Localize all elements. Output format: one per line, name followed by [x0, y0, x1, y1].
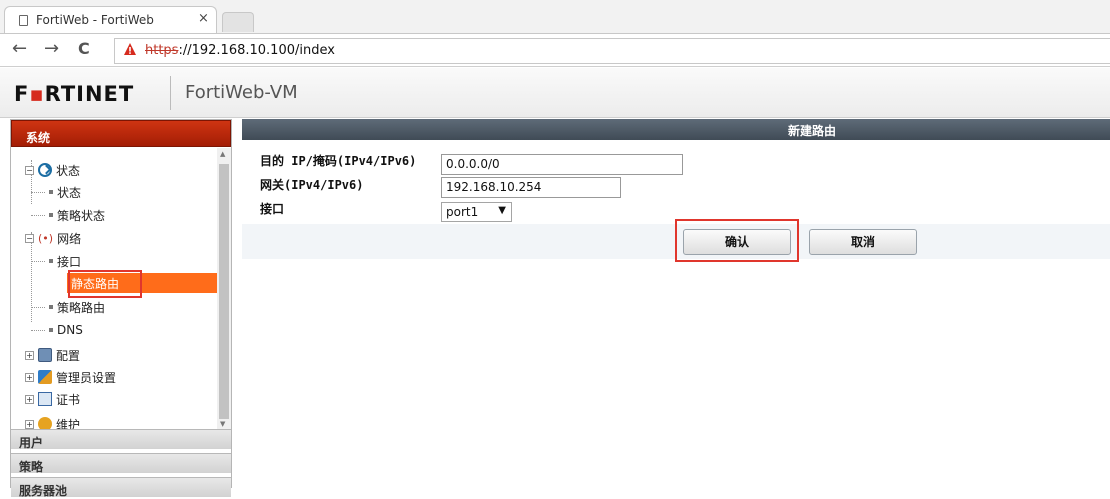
url-text: https://192.168.10.100/index [145, 43, 335, 58]
tree-item-label: DNS [57, 323, 83, 337]
accordion-server-pool[interactable]: 服务器池 [11, 477, 231, 498]
collapse-icon[interactable]: − [25, 165, 34, 175]
tab-title: FortiWeb - FortiWeb [36, 13, 154, 27]
new-tab-button[interactable] [222, 12, 254, 32]
url-host: ://192.168.10.100/index [178, 43, 335, 58]
annotation-highlight-box [68, 270, 142, 298]
warning-icon [124, 43, 136, 55]
network-icon: (•) [38, 231, 54, 245]
accordion-policy[interactable]: 策略 [11, 453, 231, 474]
tree-item-network[interactable]: − (•) 网络 [25, 228, 81, 248]
tree-item-config[interactable]: + 配置 [25, 345, 80, 365]
scroll-down-icon[interactable]: ▼ [220, 420, 225, 428]
sidebar-title[interactable]: 系统 [11, 120, 231, 147]
address-toolbar: ← → C https://192.168.10.100/index [0, 33, 1110, 67]
close-tab-icon[interactable]: × [198, 11, 209, 26]
header-divider [170, 76, 171, 110]
tree-item-admin[interactable]: + 管理员设置 [25, 367, 116, 387]
config-icon [38, 348, 52, 362]
accordion-user[interactable]: 用户 [11, 429, 231, 450]
page-icon [19, 15, 28, 26]
main-content: 新建路由 目的 IP/掩码(IPv4/IPv6) 0.0.0.0/0 网关(IP… [242, 119, 1110, 488]
scrollbar-thumb[interactable] [219, 164, 229, 419]
tree-item-label: 策略状态 [57, 208, 106, 223]
panel-header: 新建路由 [242, 119, 1110, 140]
tree-item-dns[interactable]: DNS [31, 320, 83, 340]
gateway-input[interactable]: 192.168.10.254 [441, 177, 621, 198]
tree-item-cert[interactable]: + 证书 [25, 389, 80, 409]
expand-icon[interactable]: + [25, 372, 34, 382]
tree-item-policy-status[interactable]: 策略状态 [31, 205, 105, 225]
collapse-icon[interactable]: − [25, 233, 34, 243]
tree-item-label: 管理员设置 [56, 370, 117, 385]
tree-item-label: 配置 [56, 348, 81, 363]
url-field[interactable]: https://192.168.10.100/index [114, 38, 1110, 64]
tree-item-status-child[interactable]: 状态 [31, 182, 81, 202]
tree-item-policy-route[interactable]: 策略路由 [31, 297, 105, 317]
maintenance-icon [38, 417, 52, 429]
back-button[interactable]: ← [12, 39, 27, 59]
tree-item-label: 状态 [57, 185, 82, 200]
status-icon [38, 163, 52, 177]
annotation-highlight-box [675, 219, 799, 262]
tree-item-label: 状态 [56, 163, 81, 178]
bullet-icon [49, 259, 53, 263]
tree-item-label: 策略路由 [57, 300, 106, 315]
interface-select[interactable]: port1 ▼ [441, 202, 512, 222]
url-scheme: https [145, 43, 179, 58]
browser-tab[interactable]: FortiWeb - FortiWeb × [4, 6, 217, 34]
expand-icon[interactable]: + [25, 419, 34, 429]
tree-item-status[interactable]: − 状态 [25, 160, 80, 180]
expand-icon[interactable]: + [25, 350, 34, 360]
tree-item-label: 证书 [56, 392, 81, 407]
tree-connector [31, 329, 45, 331]
bullet-icon [49, 190, 53, 194]
dest-ip-input[interactable]: 0.0.0.0/0 [441, 154, 683, 175]
tree-item-interface[interactable]: 接口 [31, 251, 81, 271]
interface-label: 接口 [260, 202, 285, 216]
tree-item-label: 网络 [57, 231, 82, 246]
bullet-icon [49, 328, 53, 332]
reload-button[interactable]: C [78, 39, 90, 59]
panel-title: 新建路由 [788, 124, 837, 138]
chevron-down-icon: ▼ [498, 205, 506, 216]
app-header: F▪RTINET FortiWeb-VM [0, 68, 1110, 118]
tree-connector [31, 306, 45, 308]
expand-icon[interactable]: + [25, 394, 34, 404]
tree-item-label: 接口 [57, 254, 82, 269]
tree-item-maintenance[interactable]: + 维护 [25, 414, 80, 429]
interface-select-value: port1 [446, 205, 479, 219]
browser-tab-bar: FortiWeb - FortiWeb × [0, 0, 1110, 34]
scroll-up-icon[interactable]: ▲ [220, 150, 225, 158]
sidebar: 系统 − 状态 状态 策略状态 − (•) 网络 接口 静态路由 策略路由 DN… [10, 119, 232, 498]
tree-connector [31, 214, 45, 216]
admin-icon [38, 370, 52, 384]
bullet-icon [49, 305, 53, 309]
tree-item-label: 维护 [56, 417, 81, 430]
cancel-button[interactable]: 取消 [809, 229, 917, 255]
tree-connector [31, 191, 45, 193]
sidebar-scrollbar[interactable]: ▲ ▼ [217, 148, 231, 429]
fortinet-logo: F▪RTINET [14, 82, 135, 106]
product-name: FortiWeb-VM [185, 82, 298, 103]
cert-icon [38, 392, 52, 406]
tree-connector [31, 260, 45, 262]
bullet-icon [49, 213, 53, 217]
dest-ip-label: 目的 IP/掩码(IPv4/IPv6) [260, 154, 417, 168]
gateway-label: 网关(IPv4/IPv6) [260, 178, 364, 192]
forward-button[interactable]: → [44, 39, 59, 59]
